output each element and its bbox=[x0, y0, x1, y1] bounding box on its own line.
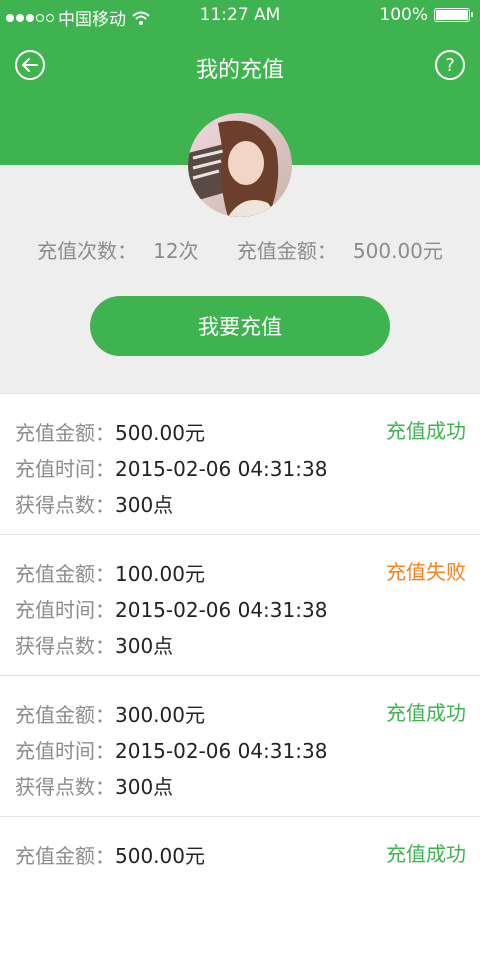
app-header: 我的充值 ? bbox=[0, 30, 480, 100]
recharge-amount-stat: 充值金额： 500.00元 bbox=[236, 239, 443, 263]
record-points-row: 获得点数：300点 bbox=[15, 775, 174, 799]
recharge-button[interactable]: 我要充值 bbox=[90, 296, 390, 356]
record-time-row: 充值时间：2015-02-06 04:31:38 bbox=[15, 598, 328, 622]
record-amount-row: 充值金额：500.00元 bbox=[15, 421, 205, 445]
avatar bbox=[188, 113, 292, 217]
record-item[interactable]: 充值金额：500.00元 充值时间： 获得点数： 充值成功 bbox=[0, 816, 480, 957]
record-points-row: 获得点数：300点 bbox=[15, 634, 174, 658]
status-right: 100% bbox=[379, 5, 473, 25]
help-icon: ? bbox=[445, 54, 455, 76]
record-status: 充值成功 bbox=[386, 842, 466, 866]
record-item[interactable]: 充值金额：100.00元 充值时间：2015-02-06 04:31:38 获得… bbox=[0, 534, 480, 675]
page-title: 我的充值 bbox=[195, 58, 284, 83]
status-bar: 中国移动 11:27 AM 100% bbox=[0, 0, 480, 30]
recharge-records-list: 充值金额：500.00元 充值时间：2015-02-06 04:31:38 获得… bbox=[0, 393, 480, 957]
record-item[interactable]: 充值金额：500.00元 充值时间：2015-02-06 04:31:38 获得… bbox=[0, 393, 480, 534]
record-item[interactable]: 充值金额：300.00元 充值时间：2015-02-06 04:31:38 获得… bbox=[0, 675, 480, 816]
record-status: 充值失败 bbox=[386, 560, 466, 584]
help-button[interactable]: ? bbox=[435, 50, 465, 80]
record-status: 充值成功 bbox=[386, 419, 466, 443]
battery-percent: 100% bbox=[379, 5, 428, 25]
record-points-row: 获得点数：300点 bbox=[15, 493, 174, 517]
record-amount-row: 充值金额：500.00元 bbox=[15, 844, 205, 868]
record-amount-row: 充值金额：300.00元 bbox=[15, 703, 205, 727]
record-status: 充值成功 bbox=[386, 701, 466, 725]
record-time-row: 充值时间：2015-02-06 04:31:38 bbox=[15, 739, 328, 763]
record-time-row: 充值时间：2015-02-06 04:31:38 bbox=[15, 457, 328, 481]
recharge-count-stat: 充值次数： 12次 bbox=[37, 239, 199, 263]
record-amount-row: 充值金额：100.00元 bbox=[15, 562, 205, 586]
battery-icon bbox=[434, 8, 473, 22]
recharge-stats: 充值次数： 12次 充值金额： 500.00元 bbox=[0, 235, 480, 264]
